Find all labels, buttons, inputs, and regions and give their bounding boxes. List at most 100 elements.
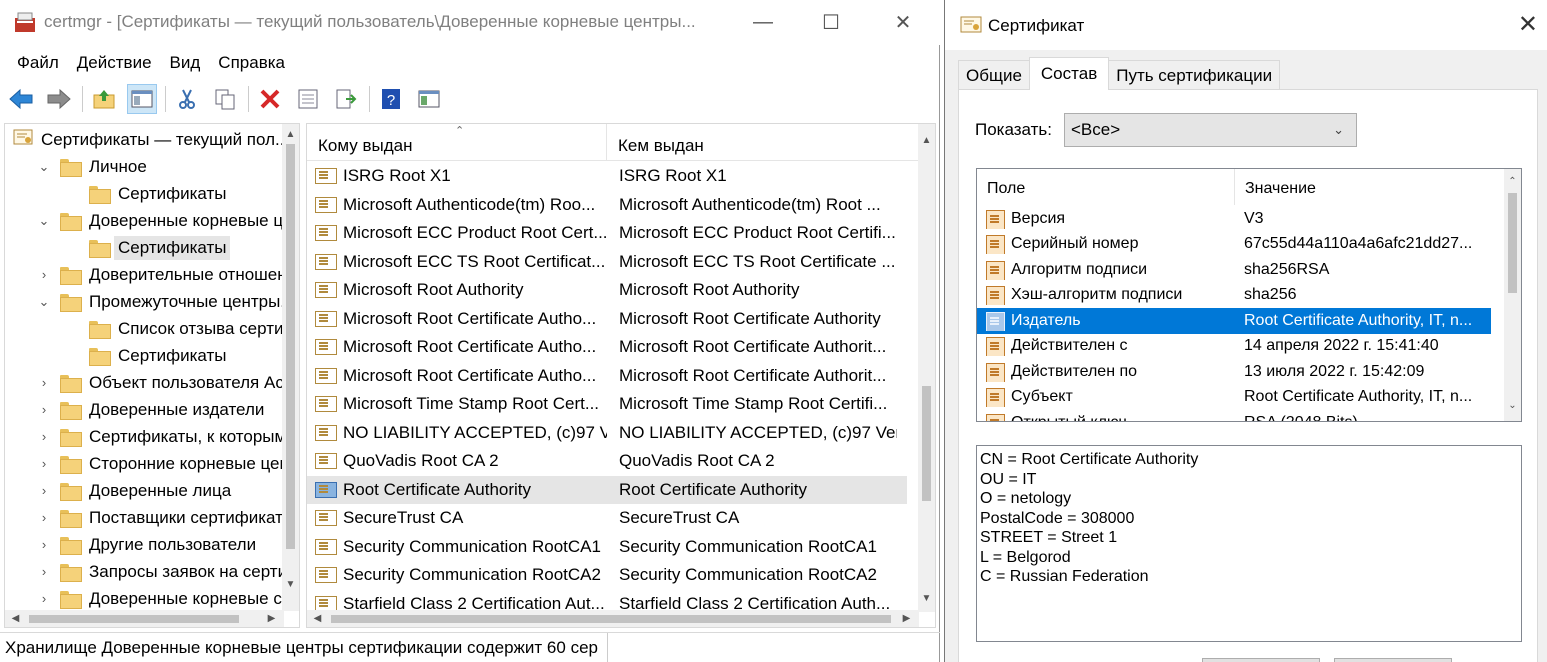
- certificate-row[interactable]: NO LIABILITY ACCEPTED, (c)97 Ve... NO LIA…: [307, 419, 907, 447]
- scroll-thumb[interactable]: [922, 386, 931, 501]
- certificate-row[interactable]: Microsoft Root Authority Microsoft Root A…: [307, 276, 907, 304]
- menu-help[interactable]: Справка: [209, 53, 294, 73]
- field-row[interactable]: Алгоритм подписи sha256RSA: [977, 257, 1491, 283]
- tree-item[interactable]: ⌄ Личное: [36, 153, 147, 180]
- back-icon[interactable]: [6, 84, 36, 114]
- certificate-row[interactable]: Microsoft ECC Product Root Cert... Micros…: [307, 219, 907, 247]
- chevron-right-icon[interactable]: ›: [36, 267, 52, 282]
- tree-pane[interactable]: Сертификаты — текущий пол... ⌄ Личное Серти…: [4, 123, 300, 628]
- edit-properties-button[interactable]: [1202, 658, 1320, 662]
- scroll-left-arrow-icon[interactable]: ◀: [7, 610, 24, 627]
- chevron-right-icon[interactable]: ›: [36, 375, 52, 390]
- help-icon[interactable]: ?: [376, 84, 406, 114]
- tree-item[interactable]: Сертификаты: [65, 234, 231, 261]
- tree-item[interactable]: Сертификаты: [65, 342, 226, 369]
- console-icon[interactable]: [414, 84, 444, 114]
- delete-icon[interactable]: [255, 84, 285, 114]
- column-header-issued-by[interactable]: Кем выдан: [607, 124, 920, 161]
- show-select[interactable]: <Все> ⌄: [1064, 113, 1357, 147]
- chevron-down-icon[interactable]: ⌄: [36, 213, 52, 229]
- certificate-row[interactable]: Root Certificate Authority Root Certifica…: [307, 475, 907, 504]
- maximize-button[interactable]: ☐: [808, 0, 854, 45]
- tree-item[interactable]: › Поставщики сертификато...: [36, 504, 299, 531]
- minimize-button[interactable]: —: [740, 0, 786, 45]
- field-row[interactable]: Действителен по 13 июля 2022 г. 15:42:09: [977, 359, 1491, 385]
- certificate-row[interactable]: QuoVadis Root CA 2 QuoVadis Root CA 2: [307, 447, 907, 475]
- tab-details[interactable]: Состав: [1028, 57, 1110, 90]
- scroll-up-arrow-icon[interactable]: ⌃: [1504, 173, 1521, 190]
- field-row[interactable]: Открытый ключ RSA (2048 Bits): [977, 410, 1491, 421]
- certificate-list[interactable]: Кому выдан ⌃ Кем выдан ISRG Root X1 ISRG …: [306, 123, 936, 628]
- properties-icon[interactable]: [293, 84, 323, 114]
- scroll-up-arrow-icon[interactable]: ▲: [918, 132, 935, 149]
- copy-icon[interactable]: [210, 84, 240, 114]
- field-row[interactable]: Серийный номер 67c55d44a110a4a6afc21dd27.…: [977, 232, 1491, 258]
- list-horizontal-scrollbar[interactable]: ◀ ▶: [307, 610, 919, 627]
- certificate-row[interactable]: Microsoft ECC TS Root Certificat... Micro…: [307, 248, 907, 276]
- certificate-row[interactable]: Microsoft Root Certificate Autho... Micro…: [307, 305, 907, 333]
- scroll-down-arrow-icon[interactable]: ▼: [282, 576, 299, 593]
- forward-icon[interactable]: [44, 84, 74, 114]
- chevron-right-icon[interactable]: ›: [36, 591, 52, 606]
- tree-item[interactable]: › Доверенные лица: [36, 477, 231, 504]
- tree-vertical-scrollbar[interactable]: ▲ ▼: [282, 124, 299, 611]
- scroll-down-arrow-icon[interactable]: ▼: [918, 590, 935, 607]
- scroll-thumb[interactable]: [286, 144, 295, 549]
- menu-file[interactable]: Файл: [8, 53, 68, 73]
- certificate-row[interactable]: Microsoft Authenticode(tm) Roo... Microso…: [307, 191, 907, 219]
- export-icon[interactable]: [331, 84, 361, 114]
- chevron-right-icon[interactable]: ›: [36, 402, 52, 417]
- scroll-right-arrow-icon[interactable]: ▶: [898, 610, 915, 627]
- chevron-right-icon[interactable]: ›: [36, 429, 52, 444]
- field-row[interactable]: Издатель Root Certificate Authority, IT, …: [977, 308, 1491, 334]
- tree-item[interactable]: › Сертификаты, к которым...: [36, 423, 299, 450]
- copy-to-file-button[interactable]: [1334, 658, 1452, 662]
- field-row[interactable]: Хэш-алгоритм подписи sha256: [977, 283, 1491, 309]
- tree-item[interactable]: › Доверенные корневые се...: [36, 585, 299, 612]
- column-header-field[interactable]: Поле: [977, 169, 1235, 205]
- scroll-left-arrow-icon[interactable]: ◀: [309, 610, 326, 627]
- cut-icon[interactable]: [172, 84, 202, 114]
- field-row[interactable]: Субъект Root Certificate Authority, IT, n…: [977, 385, 1491, 411]
- tree-item[interactable]: › Объект пользователя Act...: [36, 369, 299, 396]
- chevron-right-icon[interactable]: ›: [36, 564, 52, 579]
- scroll-right-arrow-icon[interactable]: ▶: [263, 610, 280, 627]
- scroll-thumb[interactable]: [1508, 193, 1517, 293]
- tree-item[interactable]: ⌄ Доверенные корневые це...: [36, 207, 299, 234]
- up-folder-icon[interactable]: [89, 84, 119, 114]
- certificate-row[interactable]: ISRG Root X1 ISRG Root X1: [307, 162, 907, 190]
- chevron-right-icon[interactable]: ›: [36, 537, 52, 552]
- field-row[interactable]: Действителен с 14 апреля 2022 г. 15:41:40: [977, 334, 1491, 360]
- certificate-row[interactable]: Microsoft Root Certificate Autho... Micro…: [307, 362, 907, 390]
- chevron-right-icon[interactable]: ›: [36, 510, 52, 525]
- chevron-down-icon[interactable]: ⌄: [36, 159, 52, 175]
- show-hide-tree-icon[interactable]: [127, 84, 157, 114]
- tree-item[interactable]: Список отзыва сертиф...: [65, 315, 299, 342]
- tree-horizontal-scrollbar[interactable]: ◀ ▶: [5, 610, 284, 627]
- tree-item[interactable]: › Запросы заявок на сертис...: [36, 558, 299, 585]
- tab-general[interactable]: Общие: [958, 60, 1030, 90]
- chevron-right-icon[interactable]: ›: [36, 456, 52, 471]
- field-detail-text[interactable]: CN = Root Certificate Authority OU = IT O …: [976, 445, 1522, 642]
- menu-view[interactable]: Вид: [161, 53, 210, 73]
- column-header-value[interactable]: Значение: [1235, 169, 1491, 205]
- chevron-down-icon[interactable]: ⌄: [36, 294, 52, 310]
- tree-item[interactable]: › Сторонние корневые цен...: [36, 450, 299, 477]
- certificate-row[interactable]: Security Communication RootCA2 Security C…: [307, 561, 907, 589]
- tab-certification-path[interactable]: Путь сертификации: [1108, 60, 1281, 90]
- certificate-row[interactable]: SecureTrust CA SecureTrust CA: [307, 504, 907, 532]
- fields-vertical-scrollbar[interactable]: ⌃ ⌄: [1504, 169, 1521, 421]
- scroll-down-arrow-icon[interactable]: ⌄: [1504, 397, 1521, 414]
- fields-list[interactable]: Поле Значение Версия V3 Серийный номер 67c5…: [976, 168, 1522, 422]
- tree-item[interactable]: › Доверенные издатели: [36, 396, 264, 423]
- chevron-right-icon[interactable]: ›: [36, 483, 52, 498]
- scroll-up-arrow-icon[interactable]: ▲: [282, 126, 299, 143]
- tree-item[interactable]: › Доверительные отношен...: [36, 261, 299, 288]
- certificate-row[interactable]: Microsoft Root Certificate Autho... Micro…: [307, 333, 907, 361]
- field-row[interactable]: Версия V3: [977, 206, 1491, 232]
- tree-item[interactable]: › Другие пользователи: [36, 531, 256, 558]
- certificate-row[interactable]: Security Communication RootCA1 Security C…: [307, 533, 907, 561]
- tree-item[interactable]: Сертификаты — текущий пол...: [7, 126, 289, 153]
- scroll-thumb[interactable]: [331, 615, 891, 623]
- certificate-row[interactable]: Microsoft Time Stamp Root Cert... Microso…: [307, 390, 907, 418]
